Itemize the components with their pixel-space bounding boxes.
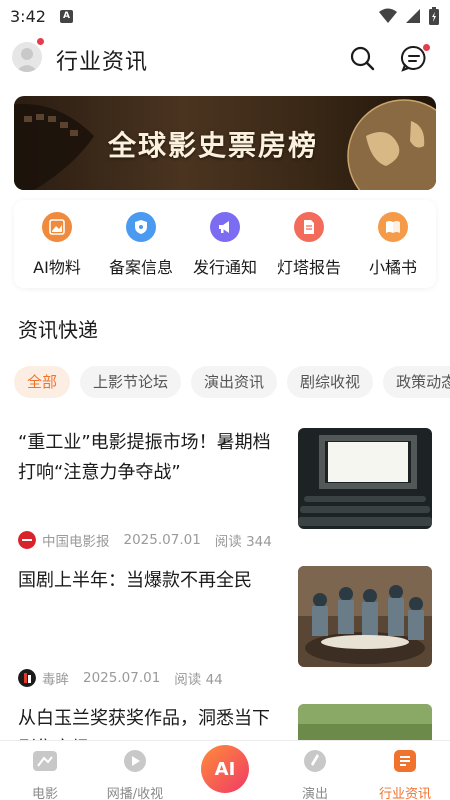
nav-movie[interactable]: 电影 bbox=[0, 749, 90, 800]
nav-label: 网播/收视 bbox=[106, 787, 164, 800]
status-icons bbox=[378, 6, 440, 26]
status-bar: 3:42 A bbox=[0, 0, 450, 32]
source-logo-icon bbox=[18, 531, 36, 549]
quick-item-label: 备案信息 bbox=[108, 258, 173, 277]
wifi-icon bbox=[379, 8, 397, 23]
nav-label: 演出 bbox=[301, 787, 328, 800]
quick-item-label: 发行通知 bbox=[192, 258, 257, 277]
nav-performance[interactable]: 演出 bbox=[270, 749, 360, 800]
quick-item-release-notice[interactable]: 发行通知 bbox=[182, 212, 268, 278]
avatar-badge bbox=[37, 38, 44, 45]
battery-icon bbox=[429, 7, 439, 25]
source-logo-icon bbox=[18, 669, 36, 687]
news-source: 毒眸 bbox=[42, 672, 69, 688]
movie-icon bbox=[33, 751, 57, 771]
quick-item-ai-material[interactable]: AI物料 bbox=[14, 212, 100, 278]
nav-label: 行业资讯 bbox=[378, 787, 431, 800]
news-date: 2025.07.01 bbox=[83, 670, 161, 686]
megaphone-icon bbox=[210, 212, 240, 242]
nav-ai-button[interactable]: AI bbox=[201, 745, 249, 793]
quick-menu: AI物料 备案信息 发行通知 灯塔报告 小橘书 bbox=[14, 200, 436, 288]
news-meta: 毒眸 2025.07.01 阅读 44 bbox=[18, 668, 223, 688]
section-divider bbox=[0, 298, 450, 308]
avatar[interactable] bbox=[12, 42, 42, 72]
globe-icon bbox=[347, 99, 436, 190]
news-reads: 阅读 344 bbox=[214, 534, 272, 550]
news-source: 中国电影报 bbox=[42, 534, 110, 550]
news-thumbnail bbox=[298, 428, 432, 529]
quick-item-label: 灯塔报告 bbox=[276, 258, 341, 277]
news-meta: 中国电影报 2025.07.01 阅读 344 bbox=[18, 530, 272, 550]
quick-item-beacon-report[interactable]: 灯塔报告 bbox=[266, 212, 352, 278]
nav-label: 电影 bbox=[31, 787, 58, 800]
banner-title: 全球影史票房榜 bbox=[108, 129, 319, 162]
news-icon bbox=[394, 750, 416, 772]
signal-icon bbox=[406, 9, 420, 23]
header: 行业资讯 bbox=[0, 34, 450, 82]
family-dinner-image bbox=[298, 566, 432, 667]
ai-icon: AI bbox=[214, 758, 236, 780]
tab-drama-ratings[interactable]: 剧综收视 bbox=[287, 366, 374, 398]
tab-siff-forum[interactable]: 上影节论坛 bbox=[80, 366, 182, 398]
cinema-screen-image bbox=[298, 428, 432, 529]
quick-item-orange-book[interactable]: 小橘书 bbox=[350, 212, 436, 278]
image-icon bbox=[42, 212, 72, 242]
search-button[interactable] bbox=[348, 44, 376, 72]
category-tabs: 全部 上影节论坛 演出资讯 剧综收视 政策动态 bbox=[14, 366, 450, 400]
news-reads: 阅读 44 bbox=[174, 672, 223, 688]
news-item[interactable]: 国剧上半年：当爆款不再全民 毒眸 2025.07.01 阅读 44 bbox=[18, 566, 432, 696]
notification-icon: A bbox=[59, 9, 73, 23]
document-icon bbox=[294, 212, 324, 242]
banner[interactable]: 全球影史票房榜 bbox=[14, 96, 436, 190]
news-thumbnail bbox=[298, 566, 432, 667]
news-item[interactable]: “重工业”电影提振市场！暑期档打响“注意力争夺战” 中国电影报 2025.07.… bbox=[18, 428, 432, 558]
search-icon bbox=[350, 46, 375, 71]
message-badge bbox=[423, 44, 430, 51]
nav-streaming[interactable]: 网播/收视 bbox=[90, 749, 180, 800]
microphone-icon bbox=[304, 750, 326, 772]
section-title: 资讯快递 bbox=[18, 318, 98, 342]
book-icon bbox=[378, 212, 408, 242]
tab-policy-news[interactable]: 政策动态 bbox=[383, 366, 450, 398]
news-title: “重工业”电影提振市场！暑期档打响“注意力争夺战” bbox=[18, 432, 271, 483]
status-time: 3:42 bbox=[10, 6, 46, 26]
bottom-nav: 电影 网播/收视 AI 演出 行业资讯 bbox=[0, 740, 450, 800]
news-date: 2025.07.01 bbox=[123, 532, 201, 548]
user-icon bbox=[16, 48, 38, 72]
play-icon bbox=[124, 750, 146, 772]
tab-performance-news[interactable]: 演出资讯 bbox=[191, 366, 278, 398]
nav-industry-news[interactable]: 行业资讯 bbox=[360, 749, 450, 800]
shield-icon bbox=[126, 212, 156, 242]
quick-item-label: AI物料 bbox=[33, 258, 81, 277]
tab-all[interactable]: 全部 bbox=[14, 366, 71, 398]
news-title: 国剧上半年：当爆款不再全民 bbox=[18, 570, 252, 591]
film-strip-icon bbox=[14, 104, 94, 190]
quick-item-label: 小橘书 bbox=[368, 258, 417, 277]
page-title: 行业资讯 bbox=[56, 50, 149, 75]
quick-item-filing-info[interactable]: 备案信息 bbox=[98, 212, 184, 278]
